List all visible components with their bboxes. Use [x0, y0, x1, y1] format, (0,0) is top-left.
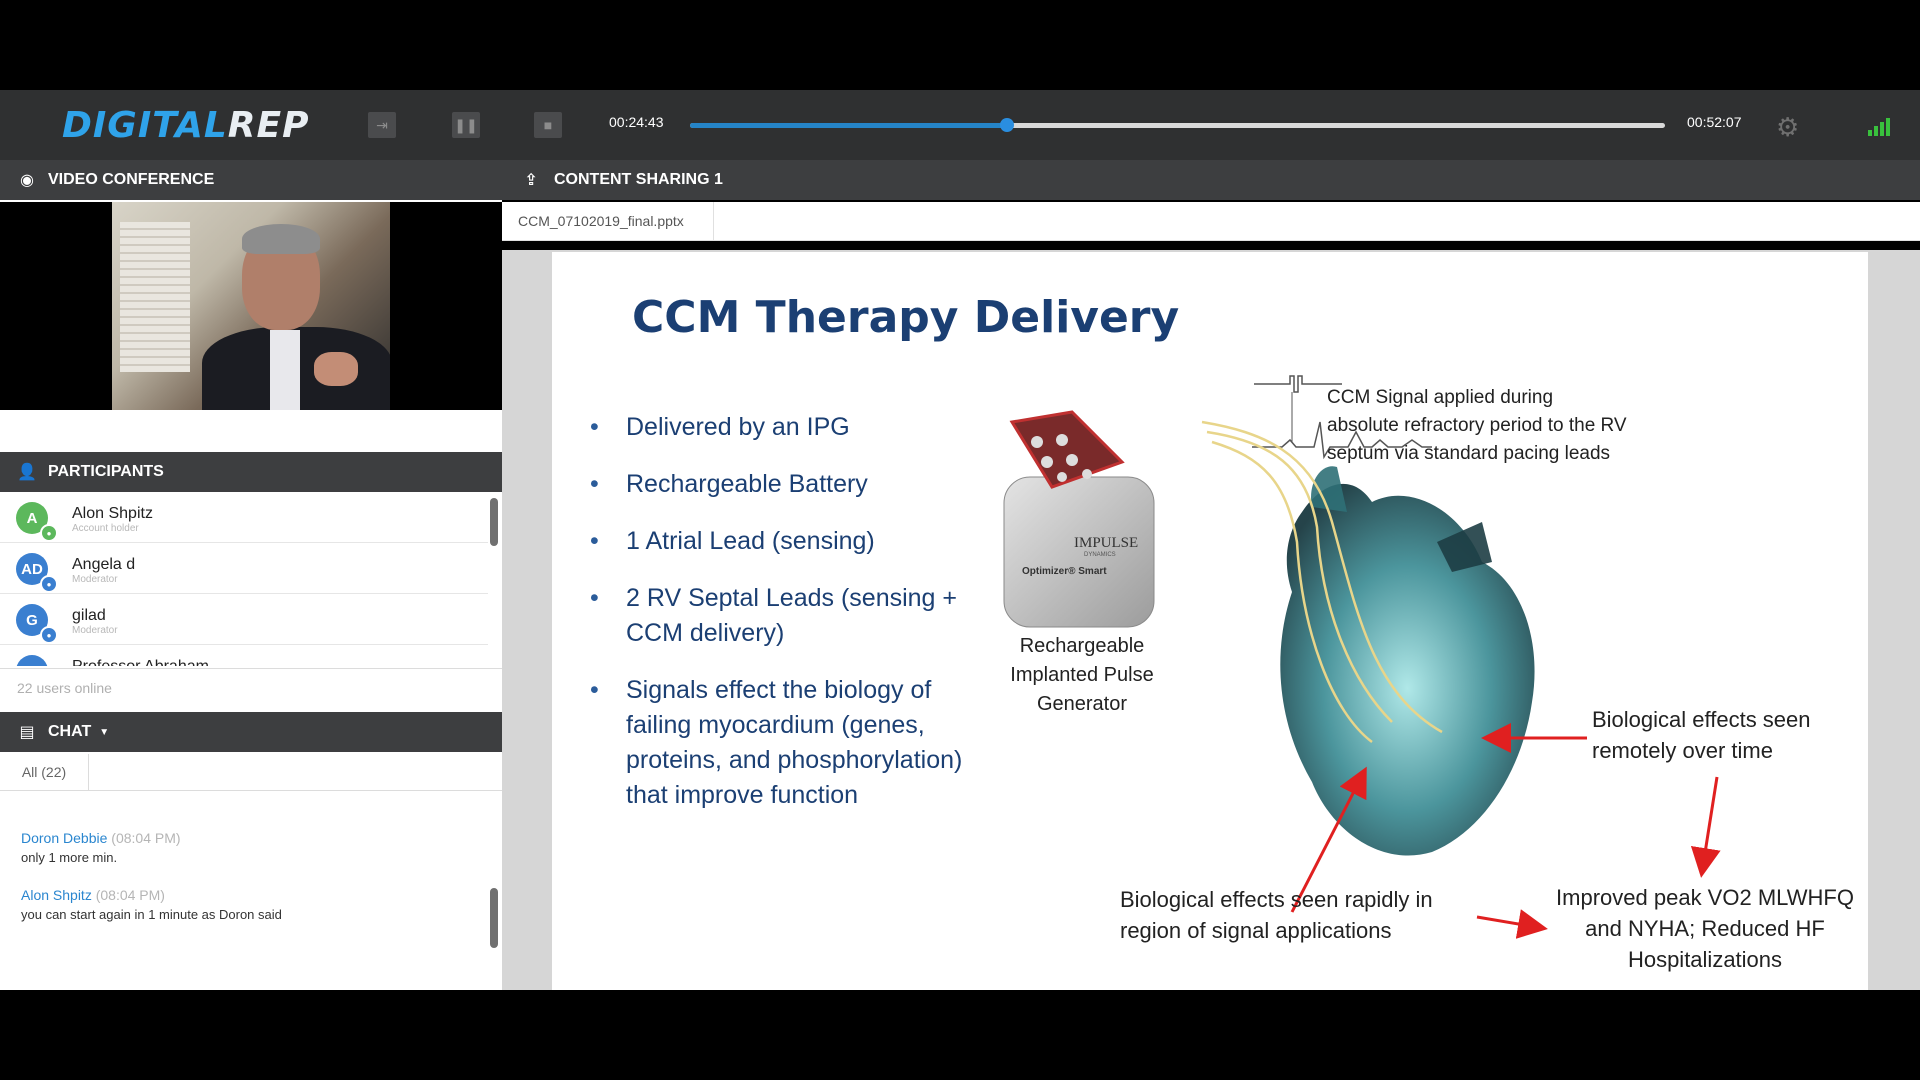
signal-strength-icon [1868, 116, 1896, 136]
participants-list[interactable]: A ● Alon Shpitz Account holder AD ● Angela d Mo… [0, 492, 492, 666]
chat-message-sender[interactable]: Doron Debbie (08:04 PM) [21, 830, 181, 846]
participant-name: gilad [72, 607, 106, 624]
gear-icon[interactable]: ⚙ [1776, 114, 1802, 140]
elapsed-time: 00:24:43 [609, 114, 664, 130]
participant-row[interactable]: P●Professor Abraham [0, 645, 488, 666]
chat-message-time: (08:04 PM) [111, 830, 181, 846]
chat-message-time: (08:04 PM) [95, 887, 165, 903]
user-badge-icon: ● [40, 626, 58, 644]
chat-title: CHAT [48, 723, 92, 740]
share-icon: ⇪ [524, 172, 538, 189]
divider [0, 668, 502, 669]
annotation-arrows [1290, 723, 1721, 939]
progress-fill [690, 123, 1007, 128]
top-toolbar: DIGITAL REP ⇥ ❚❚ ■ 00:24:43 00:52:07 ⚙ [0, 90, 1920, 160]
chat-tab-bar: All (22) [0, 754, 502, 791]
participant-row[interactable]: A ● Alon Shpitz Account holder [0, 492, 488, 543]
users-online-count: 22 users online [17, 680, 112, 696]
digitalrep-logo: DIGITAL REP [62, 102, 309, 148]
video-conference-header: ◉ VIDEO CONFERENCE [0, 160, 502, 200]
participants-header: 👤 PARTICIPANTS [0, 452, 502, 492]
effect-remote-note: Biological effects seen remotely over ti… [1592, 707, 1811, 763]
video-conference-title: VIDEO CONFERENCE [48, 171, 215, 188]
total-time: 00:52:07 [1687, 114, 1742, 130]
participant-name: Angela d [72, 556, 136, 573]
user-badge-icon: ● [40, 524, 58, 542]
chat-sender-name[interactable]: Alon Shpitz [21, 887, 92, 903]
participant-row[interactable]: AD ● Angela d Moderator [0, 543, 488, 594]
effect-rapid-note: Biological effects seen rapidly in regio… [1120, 887, 1433, 943]
presentation-slide: CCM Therapy Delivery Delivered by an IPG… [552, 252, 1868, 990]
video-presenter-hair [242, 224, 320, 254]
video-background-window [120, 222, 190, 372]
chat-icon: ▤ [19, 724, 35, 741]
video-feed[interactable] [0, 202, 502, 410]
avatar: P [16, 655, 48, 666]
participants-title: PARTICIPANTS [48, 463, 164, 480]
chat-scrollbar[interactable] [490, 888, 498, 948]
left-panel: ◉ VIDEO CONFERENCE 👤 PARTICIPANTS A ● Alon… [0, 160, 502, 990]
video-presenter-hand [314, 352, 358, 386]
participant-name: Professor Abraham [72, 658, 209, 666]
participant-name: Alon Shpitz [72, 505, 153, 522]
user-icon: 👤 [17, 464, 37, 481]
pause-icon[interactable]: ❚❚ [452, 112, 480, 138]
chat-message-sender[interactable]: Alon Shpitz (08:04 PM) [21, 887, 165, 903]
chevron-down-icon[interactable]: ▼ [99, 727, 109, 738]
content-sharing-title: CONTENT SHARING 1 [554, 171, 723, 188]
exit-icon[interactable]: ⇥ [368, 112, 396, 138]
participant-role: Moderator [72, 574, 118, 585]
playback-progress-bar[interactable] [690, 118, 1665, 132]
chat-header[interactable]: ▤ CHAT ▼ [0, 712, 502, 752]
user-badge-icon: ● [40, 575, 58, 593]
participant-role: Account holder [72, 523, 139, 534]
outcome-note: Improved peak VO2 MLWHFQ and NYHA; Reduc… [1556, 885, 1854, 972]
video-presenter-shirt [270, 330, 300, 410]
progress-thumb[interactable] [999, 118, 1014, 132]
file-tab-bar: CCM_07102019_final.pptx [502, 202, 1920, 241]
participant-role: Moderator [72, 625, 118, 636]
logo-text-1: DIGITAL [62, 104, 228, 146]
file-tab[interactable]: CCM_07102019_final.pptx [502, 202, 714, 240]
stop-icon[interactable]: ■ [534, 112, 562, 138]
chat-message-text: only 1 more min. [21, 850, 118, 865]
participants-scrollbar[interactable] [490, 498, 498, 546]
content-sharing-header: ⇪ CONTENT SHARING 1 [502, 160, 1920, 200]
presenter-video [112, 202, 390, 410]
chat-tab-all[interactable]: All (22) [0, 754, 89, 790]
camera-icon: ◉ [20, 172, 34, 189]
chat-message-text: you can start again in 1 minute as Doron… [21, 907, 282, 922]
chat-sender-name[interactable]: Doron Debbie [21, 830, 107, 846]
logo-text-2: REP [227, 104, 310, 146]
participant-row[interactable]: G ● gilad Moderator [0, 594, 488, 645]
